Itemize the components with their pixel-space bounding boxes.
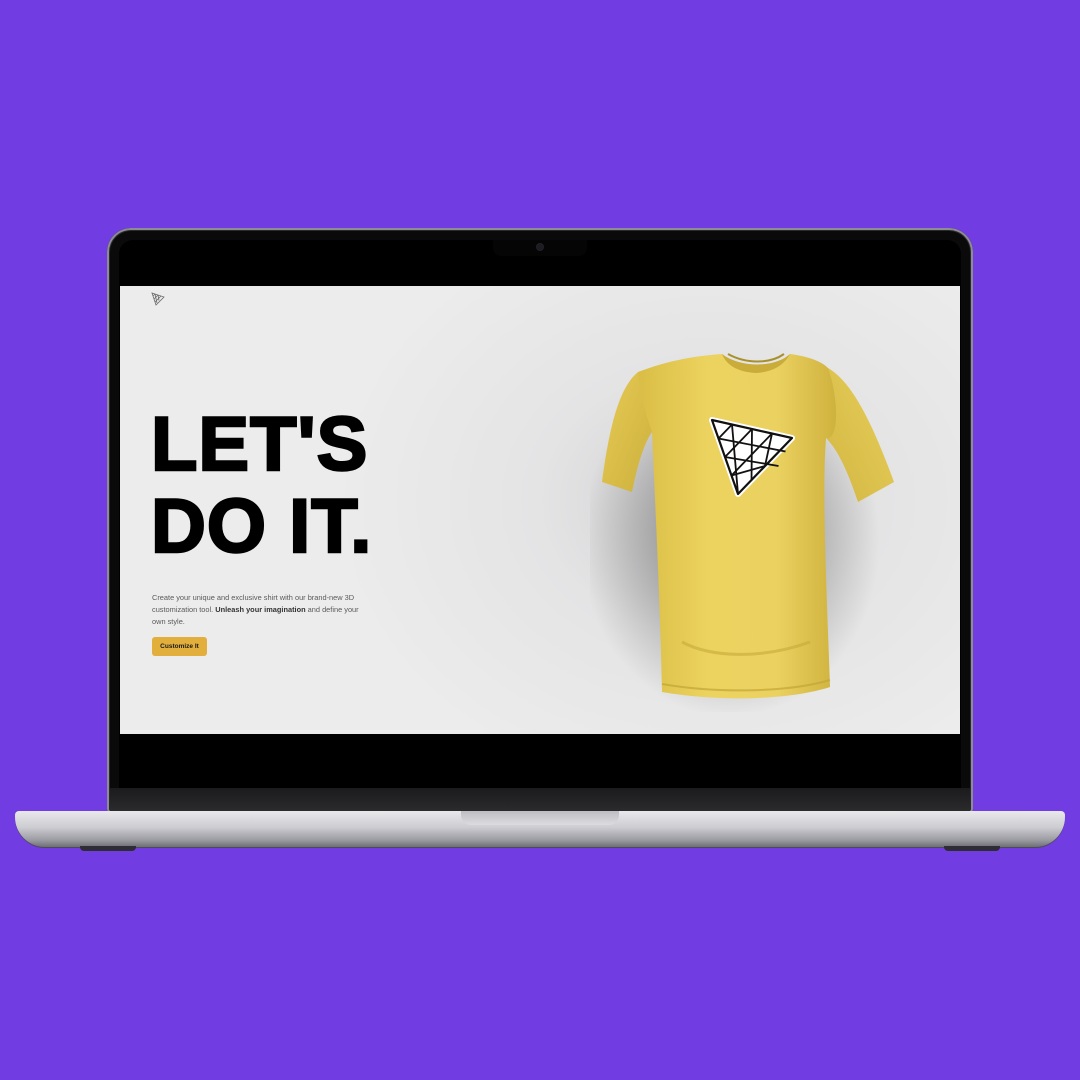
stage-background: LET'S DO IT. Create your unique and excl… [0, 0, 1080, 1080]
customize-button[interactable]: Customize It [152, 637, 207, 656]
laptop-hinge [110, 788, 970, 812]
tshirt-3d-model[interactable] [590, 342, 910, 712]
triangle-mesh-icon[interactable] [151, 292, 165, 306]
headline-line-1: LET'S [150, 402, 369, 487]
hero-headline: LET'S DO IT. [150, 402, 481, 569]
shirt-body [638, 354, 837, 699]
laptop-foot-left [80, 846, 136, 851]
headline-line-2: DO IT. [150, 484, 373, 569]
webcam-icon [537, 244, 543, 250]
laptop-foot-right [944, 846, 1000, 851]
shirt-collar-inner [727, 353, 785, 363]
description-emphasis: Unleash your imagination [215, 605, 306, 614]
website-hero: LET'S DO IT. Create your unique and excl… [120, 286, 960, 734]
hero-description: Create your unique and exclusive shirt w… [152, 592, 372, 628]
trackpad-notch [461, 811, 619, 825]
